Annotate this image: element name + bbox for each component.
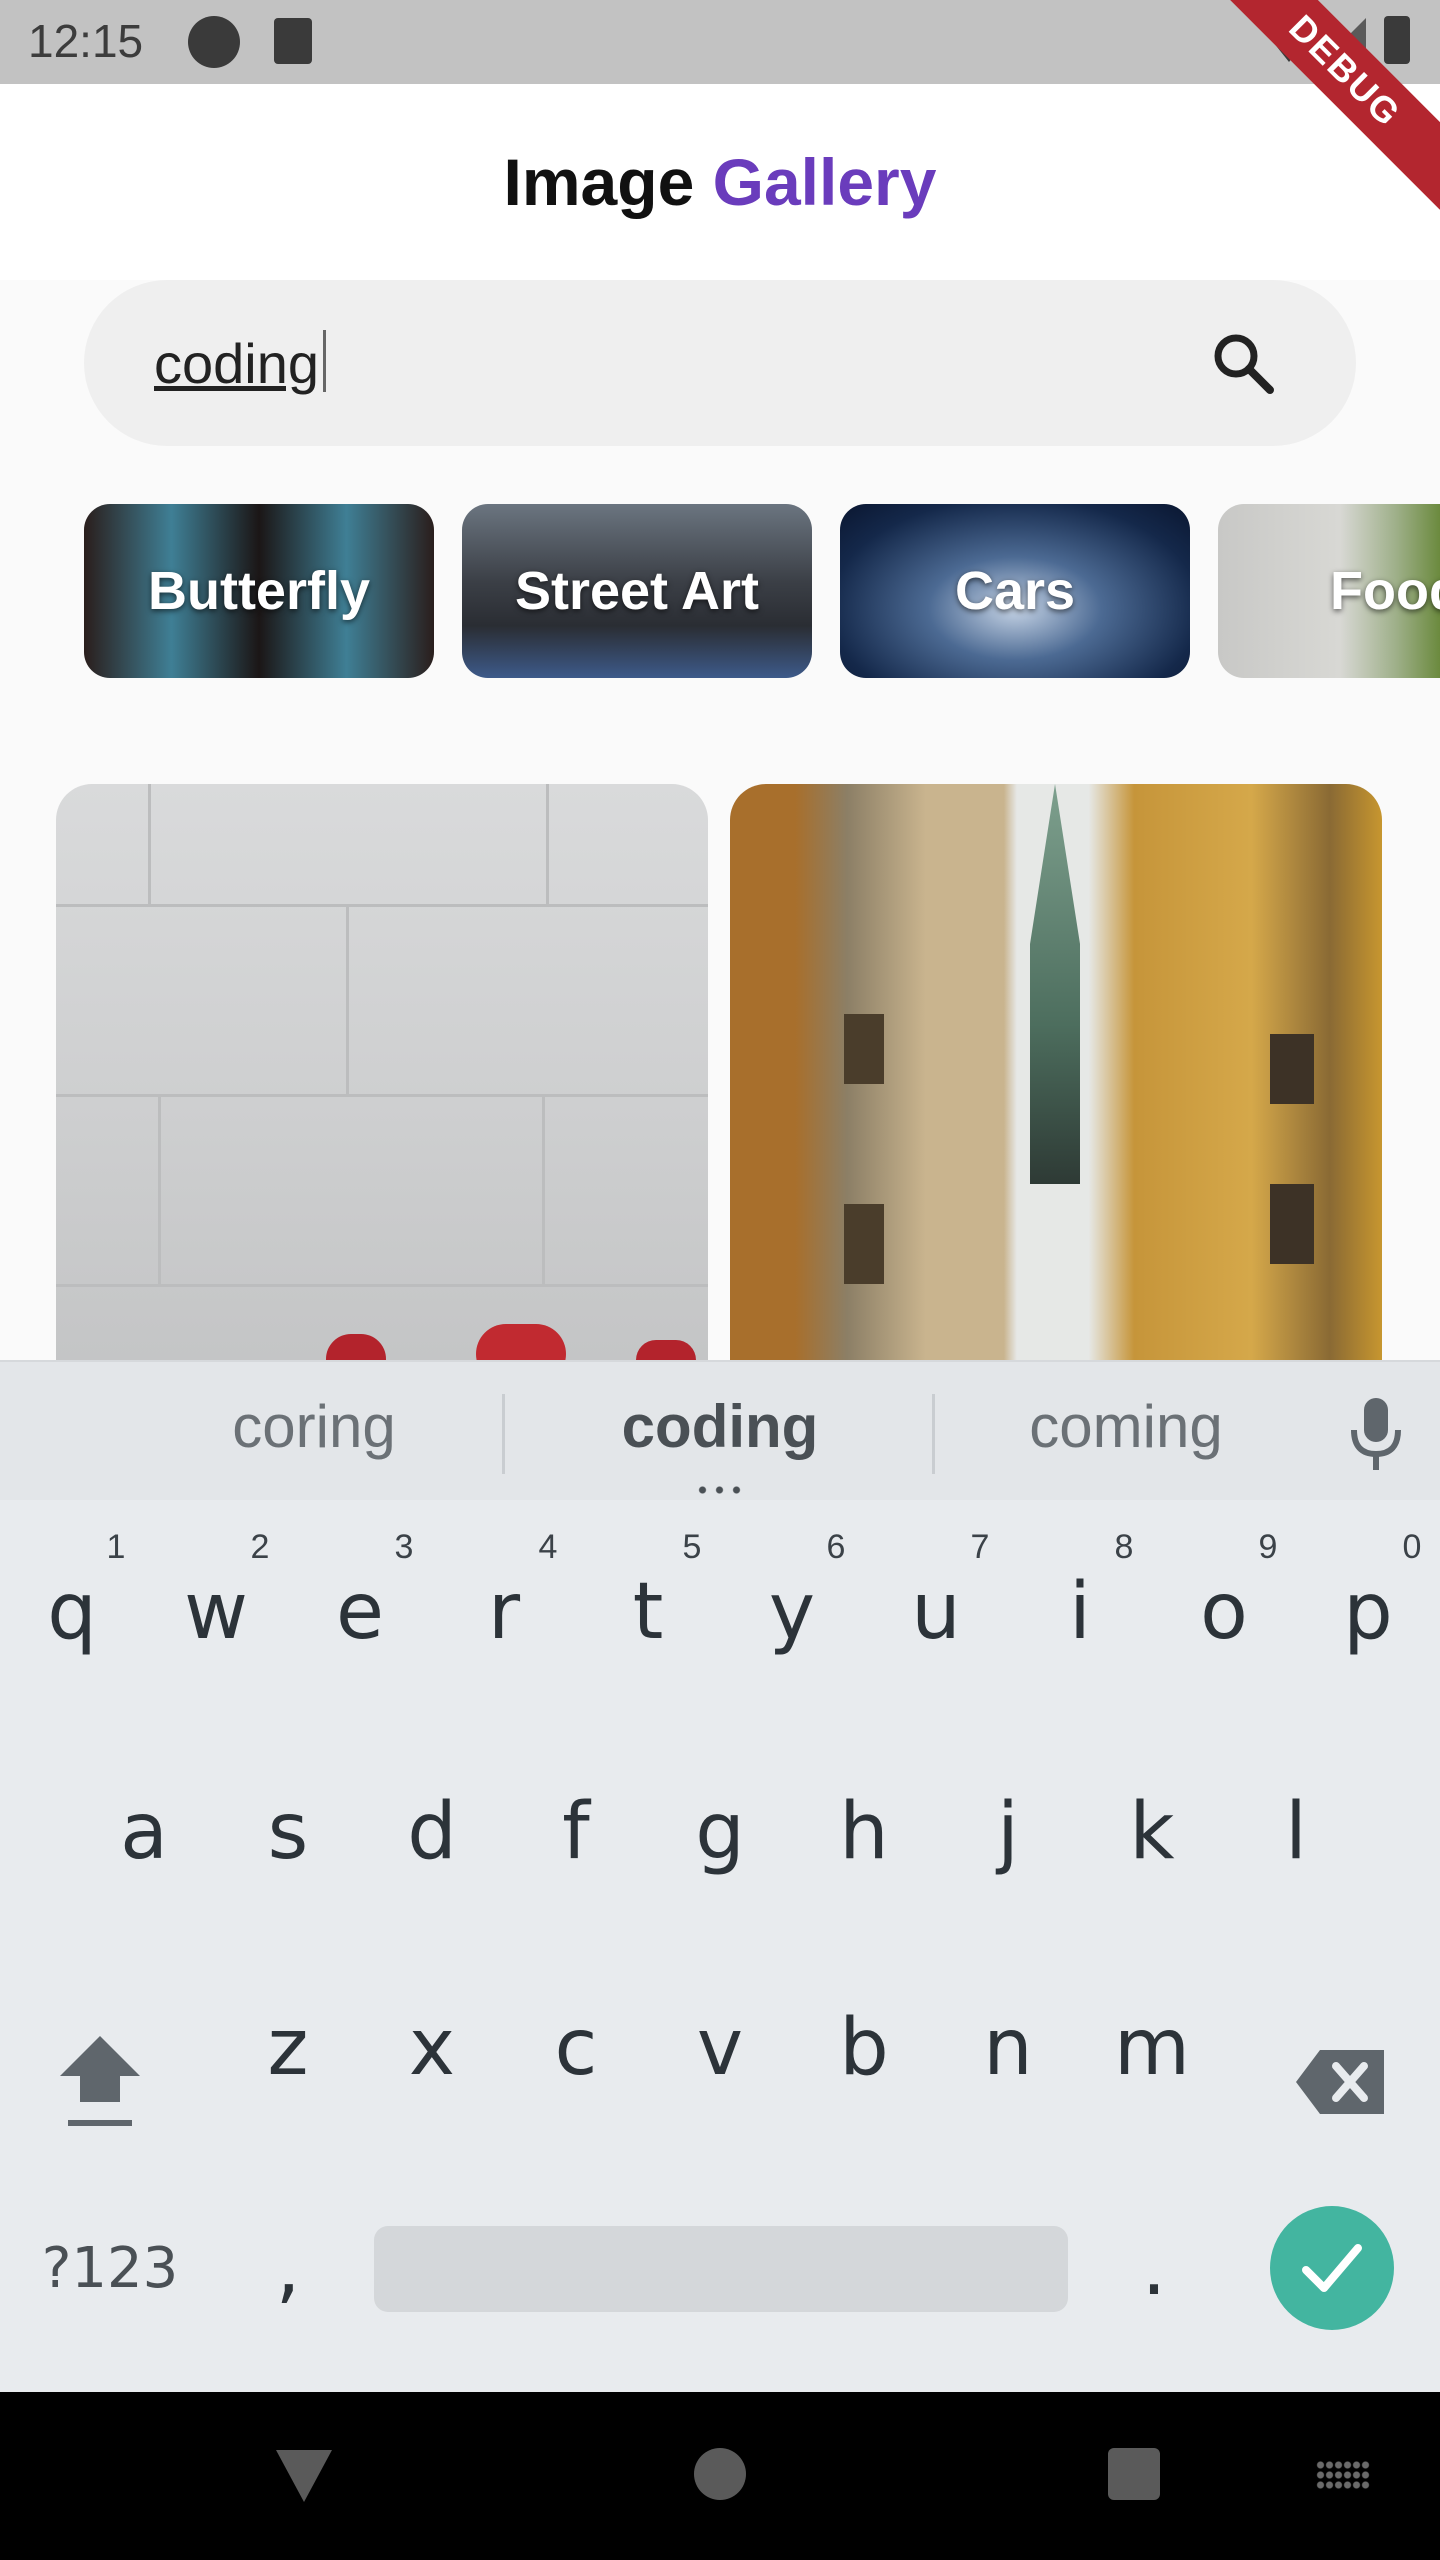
key-hint: 6 (826, 1528, 846, 1566)
key-hint: 5 (682, 1528, 702, 1566)
strawberry (326, 1334, 386, 1360)
key-hint: 9 (1258, 1528, 1278, 1566)
key-hint: 0 (1402, 1528, 1422, 1566)
key-n[interactable]: n (938, 1958, 1078, 2138)
key-c[interactable]: c (506, 1958, 646, 2138)
title-accent-text: Gallery (712, 145, 937, 219)
key-hint: 2 (250, 1528, 270, 1566)
search-input[interactable]: coding (154, 324, 1054, 404)
key-g[interactable]: g (650, 1742, 790, 1922)
battery-icon (1384, 16, 1410, 64)
key-hint: 1 (106, 1528, 126, 1566)
key-k[interactable]: k (1082, 1742, 1222, 1922)
tile-line (56, 1094, 708, 1097)
tile-line (56, 1284, 708, 1287)
tile-line (546, 784, 549, 904)
search-bar[interactable]: coding (84, 280, 1356, 446)
text-cursor (323, 330, 326, 392)
category-label: Butterfly (147, 561, 370, 621)
home-icon[interactable] (694, 2448, 746, 2500)
category-label: Food (1330, 561, 1440, 621)
window (1270, 1034, 1314, 1104)
category-street-art[interactable]: Street Art (462, 504, 812, 678)
symbols-key[interactable]: ?123 (20, 2178, 200, 2358)
tile-line (56, 904, 708, 907)
backspace-key[interactable] (1270, 1992, 1410, 2172)
enter-key[interactable] (1270, 2206, 1394, 2330)
search-icon[interactable] (1204, 324, 1284, 404)
title-text: Image (503, 145, 713, 219)
key-f[interactable]: f (506, 1742, 646, 1922)
sd-card-icon (274, 18, 312, 64)
soft-keyboard: coring coding coming q1w2e3r4t5y6u7i8o9p… (0, 1360, 1440, 2394)
category-butterfly[interactable]: Butterfly (84, 504, 434, 678)
check-icon (1302, 2244, 1362, 2292)
key-z[interactable]: z (218, 1958, 358, 2138)
gallery-image-strawberries[interactable] (56, 784, 708, 1360)
comma-key[interactable]: , (218, 2178, 358, 2358)
key-l[interactable]: l (1226, 1742, 1366, 1922)
key-s[interactable]: s (218, 1742, 358, 1922)
keyboard-switch-icon[interactable] (1316, 2460, 1370, 2490)
shift-icon (60, 2036, 140, 2126)
key-hint: 7 (970, 1528, 990, 1566)
tile-line (346, 904, 349, 1094)
status-bar: 12:15 (0, 0, 1440, 84)
window (844, 1014, 884, 1084)
church-spire (1030, 784, 1080, 1184)
window (844, 1204, 884, 1284)
app-notification-icon (188, 16, 240, 68)
key-a[interactable]: a (74, 1742, 214, 1922)
app-bar: Image Gallery (0, 84, 1440, 280)
tile-line (158, 1094, 161, 1284)
strawberry (636, 1340, 696, 1360)
window (1270, 1184, 1314, 1264)
gallery-image-buildings[interactable] (730, 784, 1382, 1360)
tile-line (542, 1094, 545, 1284)
key-j[interactable]: j (938, 1742, 1078, 1922)
category-food[interactable]: Food (1218, 504, 1440, 678)
shift-key[interactable] (30, 1992, 170, 2172)
category-label: Street Art (514, 561, 760, 621)
key-h[interactable]: h (794, 1742, 934, 1922)
key-hint: 8 (1114, 1528, 1134, 1566)
strawberry (476, 1324, 566, 1360)
recents-icon[interactable] (1108, 2448, 1160, 2500)
key-hint: 4 (538, 1528, 558, 1566)
category-label: Cars (954, 561, 1076, 621)
key-b[interactable]: b (794, 1958, 934, 2138)
key-d[interactable]: d (362, 1742, 502, 1922)
period-key[interactable]: . (1084, 2178, 1224, 2358)
tile-line (148, 784, 151, 904)
key-v[interactable]: v (650, 1958, 790, 2138)
space-key[interactable] (374, 2226, 1068, 2312)
backspace-icon (1296, 2050, 1384, 2114)
status-time: 12:15 (28, 15, 144, 67)
page-title: Image Gallery (0, 144, 1440, 220)
back-icon[interactable] (272, 2446, 336, 2506)
key-x[interactable]: x (362, 1958, 502, 2138)
category-cars[interactable]: Cars (840, 504, 1190, 678)
navigation-bar (0, 2392, 1440, 2560)
key-m[interactable]: m (1082, 1958, 1222, 2138)
key-hint: 3 (394, 1528, 414, 1566)
